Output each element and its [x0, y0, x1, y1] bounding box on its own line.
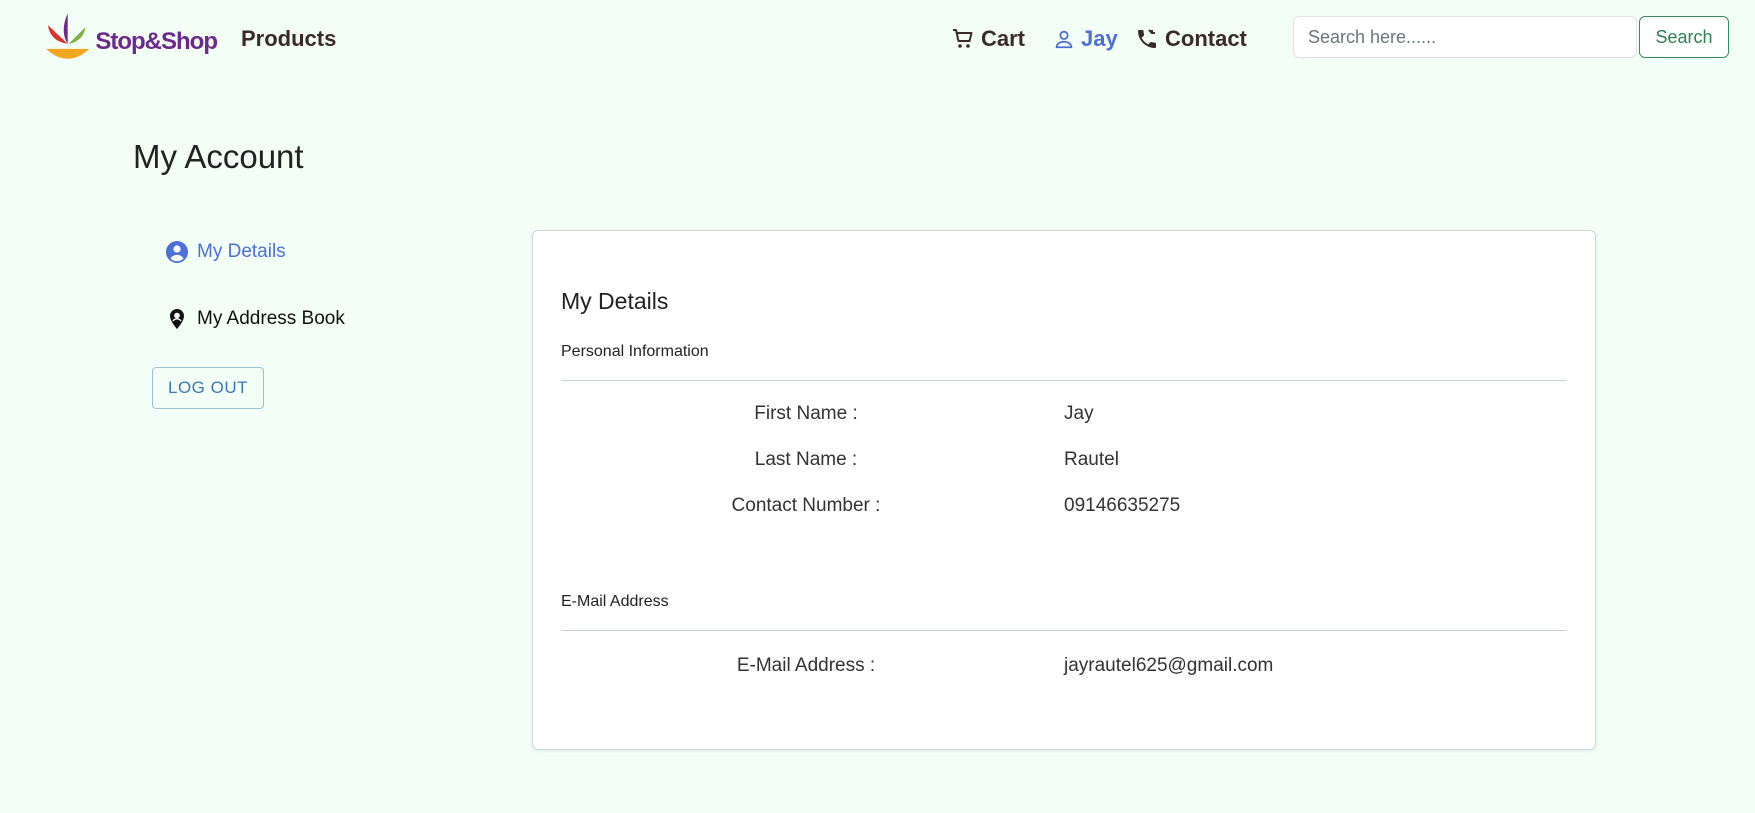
nav-contact-link[interactable]: Contact: [1135, 26, 1247, 52]
sidebar-item-my-details[interactable]: My Details: [165, 240, 286, 264]
page-title: My Account: [133, 138, 304, 175]
details-title: My Details: [561, 288, 669, 314]
nav-cart-label: Cart: [981, 26, 1026, 51]
top-navbar: Stop&Shop Products Cart Jay Contact Sear…: [0, 0, 1755, 84]
location-pin-icon: [170, 309, 184, 329]
email-label: E-Mail Address :: [736, 655, 876, 676]
account-circle-icon: [166, 241, 188, 263]
divider: [561, 380, 1567, 381]
search-button[interactable]: Search: [1639, 16, 1729, 58]
contact-number-label: Contact Number :: [731, 495, 881, 516]
details-card: My Details Personal Information First Na…: [532, 230, 1596, 750]
sidebar-item-label: My Details: [197, 241, 286, 262]
contact-number-value: 09146635275: [1064, 495, 1181, 516]
nav-products-link[interactable]: Products: [241, 26, 336, 52]
first-name-label: First Name :: [754, 403, 858, 424]
sidebar-item-label: My Address Book: [197, 308, 345, 329]
email-value: jayrautel625@gmail.com: [1064, 655, 1274, 676]
search-input[interactable]: [1293, 16, 1637, 58]
sidebar-item-my-address-book[interactable]: My Address Book: [165, 307, 345, 331]
last-name-label: Last Name :: [754, 449, 858, 470]
personal-info-heading: Personal Information: [561, 343, 709, 360]
nav-contact-label: Contact: [1165, 26, 1247, 51]
last-name-value: Rautel: [1064, 449, 1119, 470]
phone-icon: [1138, 29, 1156, 48]
cart-icon: [953, 29, 973, 48]
divider: [561, 630, 1567, 631]
nav-user-label: Jay: [1081, 26, 1118, 51]
brand-name: Stop&Shop: [95, 28, 218, 55]
stop-and-shop-logo-icon: [45, 13, 90, 59]
logout-button[interactable]: LOG OUT: [152, 367, 264, 409]
nav-user-link[interactable]: Jay: [1053, 26, 1118, 52]
first-name-value: Jay: [1064, 403, 1094, 424]
search-form: Search: [1293, 16, 1729, 58]
brand-logo[interactable]: Stop&Shop: [42, 10, 218, 66]
nav-cart-link[interactable]: Cart: [951, 26, 1025, 52]
user-icon: [1055, 30, 1073, 49]
email-section-heading: E-Mail Address: [561, 593, 669, 610]
